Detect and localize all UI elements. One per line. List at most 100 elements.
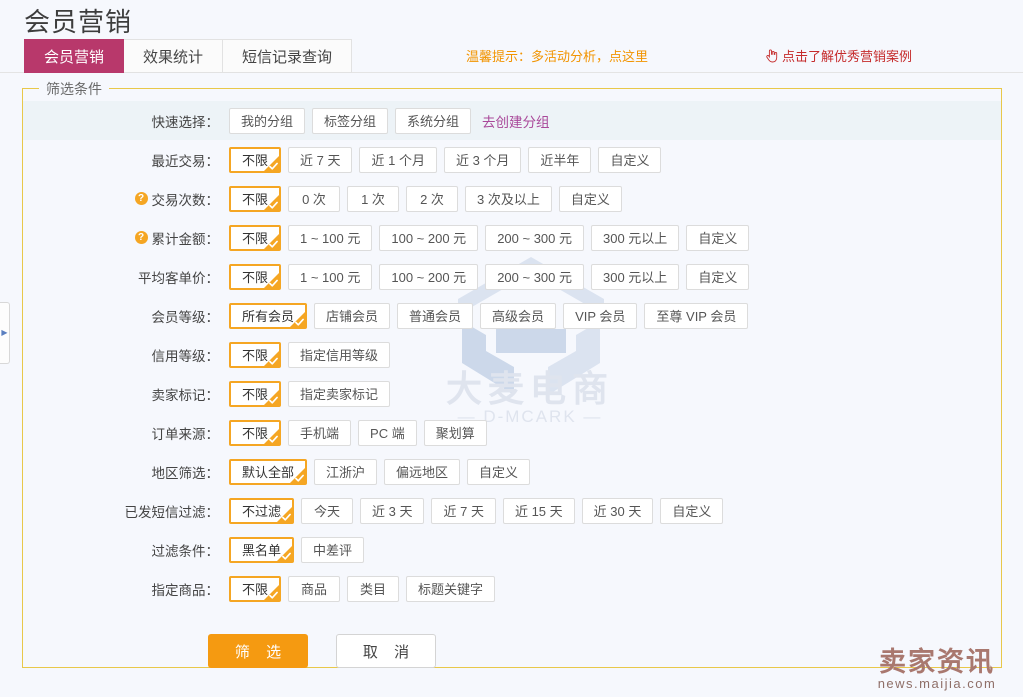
sidebar-collapse-handle[interactable]: ▶ (0, 302, 10, 364)
check-icon (269, 162, 278, 170)
filter-option[interactable]: 近 3 个月 (443, 146, 522, 173)
filter-option-label: 高级会员 (492, 309, 545, 324)
filter-option[interactable]: 近 1 个月 (359, 146, 437, 173)
filter-option-group: 不限 1 ~ 100 元 100 ~ 200 元 200 ~ 300 元 300 元以上… (229, 263, 750, 290)
submit-filter-button[interactable]: 筛 选 (208, 634, 308, 668)
filter-option[interactable]: 近半年 (528, 146, 592, 173)
filter-option[interactable]: 300 元以上 (591, 224, 680, 251)
filter-option[interactable]: 近 7 天 (288, 146, 353, 173)
action-buttons: 筛 选 取 消 (208, 634, 436, 668)
filter-option[interactable]: 店铺会员 (314, 302, 391, 329)
tab-2[interactable]: 短信记录查询 (223, 39, 353, 73)
filter-row-label: 订单来源： (23, 423, 229, 443)
filter-option-label: 不限 (242, 348, 269, 363)
filter-option[interactable]: 3 次及以上 (465, 185, 552, 212)
filter-option[interactable]: 高级会员 (480, 302, 557, 329)
check-icon (269, 591, 278, 599)
filter-option-selected[interactable]: 不限 (229, 263, 282, 290)
create-group-link[interactable]: 去创建分组 (482, 111, 550, 131)
filter-option[interactable]: 100 ~ 200 元 (379, 263, 479, 290)
filter-option[interactable]: VIP 会员 (563, 302, 638, 329)
filter-option-selected[interactable]: 不限 (229, 185, 282, 212)
filter-option-selected[interactable]: 黑名单 (229, 536, 295, 563)
filter-option[interactable]: 自定义 (686, 263, 750, 290)
filter-option-label: 1 ~ 100 元 (300, 231, 361, 246)
filter-option[interactable]: 偏远地区 (384, 458, 461, 485)
filter-option[interactable]: 自定义 (467, 458, 531, 485)
filter-option-group: 不限 0 次 1 次 2 次 3 次及以上 自定义 (229, 185, 622, 212)
filter-option[interactable]: 自定义 (598, 146, 662, 173)
filter-option[interactable]: 标题关键字 (406, 575, 496, 602)
filter-row-label: 会员等级： (23, 306, 229, 326)
filter-option-selected[interactable]: 不限 (229, 341, 282, 368)
filter-option[interactable]: 近 7 天 (431, 497, 496, 524)
filter-option[interactable]: 1 ~ 100 元 (288, 224, 373, 251)
filter-option[interactable]: 近 30 天 (581, 497, 654, 524)
filter-option[interactable]: 2 次 (406, 185, 459, 212)
filter-row-label-text: 会员等级： (151, 309, 220, 325)
filter-option-selected[interactable]: 不限 (229, 224, 282, 251)
filter-option[interactable]: 我的分组 (229, 107, 306, 134)
filter-option-selected[interactable]: 不过滤 (229, 497, 295, 524)
filter-option[interactable]: 指定卖家标记 (288, 380, 391, 407)
filter-option[interactable]: 1 次 (347, 185, 400, 212)
filter-option-label: 300 元以上 (603, 270, 668, 285)
filter-option[interactable]: 自定义 (558, 185, 622, 212)
filter-option[interactable]: 标签分组 (312, 107, 389, 134)
filter-option-label: 3 次及以上 (477, 192, 540, 207)
filter-option-group: 不限 1 ~ 100 元 100 ~ 200 元 200 ~ 300 元 300 元以上… (229, 224, 750, 251)
filter-option[interactable]: 系统分组 (395, 107, 472, 134)
filter-row-label-text: 指定商品： (151, 582, 220, 598)
filter-option-selected[interactable]: 不限 (229, 380, 282, 407)
filter-option[interactable]: 商品 (288, 575, 341, 602)
tab-0[interactable]: 会员营销 (24, 39, 125, 73)
help-icon[interactable]: ? (134, 192, 148, 205)
filter-row: 信用等级： 不限 指定信用等级 (23, 335, 1001, 374)
filter-option-label: 200 ~ 300 元 (497, 270, 572, 285)
filter-option[interactable]: 类目 (347, 575, 400, 602)
filter-option[interactable]: 0 次 (288, 185, 341, 212)
filter-option[interactable]: 中差评 (301, 536, 365, 563)
filter-option-selected[interactable]: 不限 (229, 575, 282, 602)
marketing-case-link[interactable]: 点击了解优秀营销案例 (765, 46, 912, 65)
filter-option-label: 我的分组 (241, 114, 294, 129)
filter-option-label: 100 ~ 200 元 (391, 270, 467, 285)
filter-option-selected[interactable]: 不限 (229, 419, 282, 446)
tab-1[interactable]: 效果统计 (124, 39, 224, 73)
filter-option-group: 不限 手机端 PC 端 聚划算 (229, 419, 487, 446)
filter-option[interactable]: 普通会员 (397, 302, 474, 329)
filter-row: ? 交易次数： 不限 0 次 1 次 2 次 3 次及以上 自定义 (23, 179, 1001, 218)
filter-option[interactable]: 自定义 (686, 224, 750, 251)
filter-option[interactable]: 100 ~ 200 元 (379, 224, 479, 251)
filter-option-selected[interactable]: 默认全部 (229, 458, 308, 485)
filter-option-label: 0 次 (302, 192, 326, 207)
filter-option[interactable]: 指定信用等级 (288, 341, 391, 368)
hint-link[interactable]: 温馨提示：多活动分析，点这里 (466, 46, 648, 65)
filter-row: 最近交易： 不限 近 7 天 近 1 个月 近 3 个月 近半年 自定义 (23, 140, 1001, 179)
filter-option[interactable]: 聚划算 (423, 419, 487, 446)
filter-option-group: 不限 商品 类目 标题关键字 (229, 575, 496, 602)
cancel-filter-button[interactable]: 取 消 (336, 634, 436, 668)
filter-option[interactable]: 今天 (301, 497, 354, 524)
filter-option[interactable]: 手机端 (288, 419, 352, 446)
filter-option-label: 不过滤 (242, 504, 282, 519)
filter-option-label: 商品 (301, 582, 328, 597)
filter-row-label-text: 交易次数： (151, 192, 220, 208)
check-icon (282, 552, 291, 560)
filter-option-label: 200 ~ 300 元 (497, 231, 572, 246)
filter-option[interactable]: PC 端 (358, 419, 417, 446)
filter-option[interactable]: 1 ~ 100 元 (288, 263, 373, 290)
filter-option[interactable]: 江浙沪 (314, 458, 378, 485)
filter-option[interactable]: 200 ~ 300 元 (485, 224, 584, 251)
filter-option-selected[interactable]: 所有会员 (229, 302, 308, 329)
help-icon[interactable]: ? (134, 231, 148, 244)
filter-option[interactable]: 近 3 天 (360, 497, 425, 524)
filter-option[interactable]: 200 ~ 300 元 (485, 263, 584, 290)
filter-option[interactable]: 近 15 天 (502, 497, 575, 524)
filter-option-label: 指定信用等级 (300, 348, 379, 363)
filter-option[interactable]: 300 元以上 (591, 263, 680, 290)
filter-option-selected[interactable]: 不限 (229, 146, 282, 173)
filter-option[interactable]: 至尊 VIP 会员 (644, 302, 749, 329)
filter-option[interactable]: 自定义 (660, 497, 724, 524)
filter-option-label: 自定义 (570, 192, 610, 207)
